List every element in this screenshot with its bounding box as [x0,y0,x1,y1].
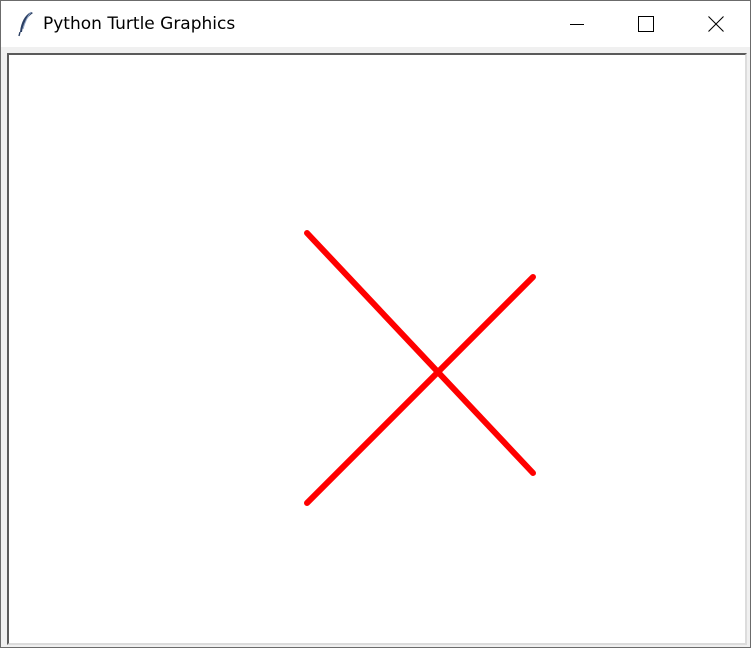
window-title: Python Turtle Graphics [43,14,236,34]
turtle-window: Python Turtle Graphics [0,0,751,648]
minimize-button[interactable] [542,1,611,47]
diagonal-line-down [304,230,536,476]
close-icon [707,16,724,32]
title-bar[interactable]: Python Turtle Graphics [1,1,750,47]
maximize-icon [637,16,654,32]
feather-icon [16,11,36,37]
maximize-button[interactable] [611,1,680,47]
turtle-drawing [304,230,536,506]
turtle-canvas[interactable] [7,53,747,645]
minimize-icon [569,16,585,32]
close-button[interactable] [681,1,750,47]
diagonal-line-up [304,274,536,506]
